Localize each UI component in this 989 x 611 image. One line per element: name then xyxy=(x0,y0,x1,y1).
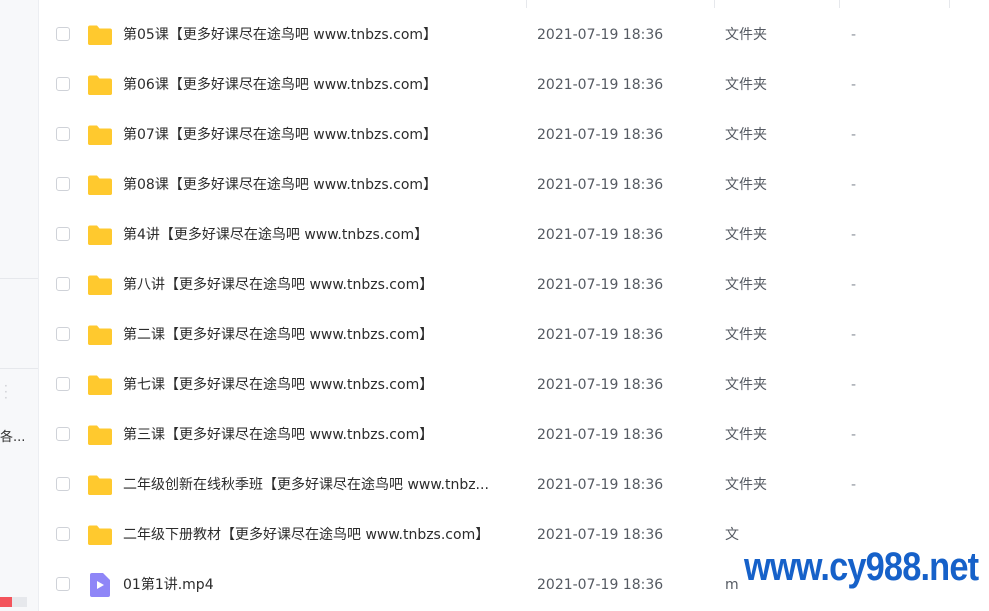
sidebar-item-label[interactable]: 各... xyxy=(0,426,25,445)
file-type: m xyxy=(725,577,739,593)
file-size: - xyxy=(851,227,857,243)
file-row[interactable]: 第08课【更多好课尽在途鸟吧 www.tnbzs.com】 2021-07-19 … xyxy=(39,160,989,210)
row-checkbox[interactable] xyxy=(56,327,70,341)
sidebar-divider xyxy=(0,278,38,279)
folder-icon xyxy=(87,374,113,400)
file-type: 文件夹 xyxy=(725,277,767,293)
modified-date: 2021-07-19 18:36 xyxy=(537,127,664,143)
folder-icon xyxy=(87,174,113,200)
folder-icon xyxy=(87,424,113,450)
file-size: - xyxy=(851,77,857,93)
modified-date: 2021-07-19 18:36 xyxy=(537,477,664,493)
folder-icon xyxy=(87,324,113,350)
modified-date: 2021-07-19 18:36 xyxy=(537,427,664,443)
column-divider[interactable] xyxy=(839,0,840,8)
file-type: 文件夹 xyxy=(725,227,767,243)
modified-date: 2021-07-19 18:36 xyxy=(537,27,664,43)
folder-icon xyxy=(87,524,113,550)
file-type: 文 xyxy=(725,527,739,543)
modified-date: 2021-07-19 18:36 xyxy=(537,227,664,243)
file-name-link[interactable]: 第七课【更多好课尽在途鸟吧 www.tnbzs.com】 xyxy=(123,360,433,410)
modified-date: 2021-07-19 18:36 xyxy=(537,527,664,543)
file-size: - xyxy=(851,127,857,143)
file-row[interactable]: 第八讲【更多好课尽在途鸟吧 www.tnbzs.com】 2021-07-19 1… xyxy=(39,260,989,310)
modified-date: 2021-07-19 18:36 xyxy=(537,327,664,343)
file-size: - xyxy=(851,327,857,343)
storage-quota-fill xyxy=(0,597,13,607)
file-list: 第05课【更多好课尽在途鸟吧 www.tnbzs.com】 2021-07-19 … xyxy=(39,10,989,610)
file-type: 文件夹 xyxy=(725,27,767,43)
file-name-link[interactable]: 第06课【更多好课尽在途鸟吧 www.tnbzs.com】 xyxy=(123,60,437,110)
file-row[interactable]: 二年级创新在线秋季班【更多好课尽在途鸟吧 www.tnbz... 2021-07-… xyxy=(39,460,989,510)
row-checkbox[interactable] xyxy=(56,377,70,391)
column-divider[interactable] xyxy=(714,0,715,8)
folder-icon xyxy=(87,24,113,50)
file-size: - xyxy=(851,427,857,443)
modified-date: 2021-07-19 18:36 xyxy=(537,177,664,193)
file-size: - xyxy=(851,27,857,43)
file-name-link[interactable]: 第05课【更多好课尽在途鸟吧 www.tnbzs.com】 xyxy=(123,10,437,60)
file-row[interactable]: 第05课【更多好课尽在途鸟吧 www.tnbzs.com】 2021-07-19 … xyxy=(39,10,989,60)
row-checkbox[interactable] xyxy=(56,227,70,241)
folder-icon xyxy=(87,224,113,250)
drag-handle-icon[interactable]: · · · xyxy=(4,380,8,404)
file-type: 文件夹 xyxy=(725,427,767,443)
list-header xyxy=(39,0,989,8)
modified-date: 2021-07-19 18:36 xyxy=(537,77,664,93)
file-type: 文件夹 xyxy=(725,477,767,493)
row-checkbox[interactable] xyxy=(56,577,70,591)
file-type: 文件夹 xyxy=(725,177,767,193)
file-name-link[interactable]: 01第1讲.mp4 xyxy=(123,560,214,610)
column-divider[interactable] xyxy=(526,0,527,8)
file-type: 文件夹 xyxy=(725,327,767,343)
watermark: www.cy988.net xyxy=(744,545,979,589)
file-row[interactable]: 第二课【更多好课尽在途鸟吧 www.tnbzs.com】 2021-07-19 1… xyxy=(39,310,989,360)
file-row[interactable]: 第06课【更多好课尽在途鸟吧 www.tnbzs.com】 2021-07-19 … xyxy=(39,60,989,110)
column-divider[interactable] xyxy=(949,0,950,8)
row-checkbox[interactable] xyxy=(56,277,70,291)
video-file-icon xyxy=(90,573,110,601)
file-name-link[interactable]: 第二课【更多好课尽在途鸟吧 www.tnbzs.com】 xyxy=(123,310,433,360)
file-size: - xyxy=(851,377,857,393)
file-row[interactable]: 第4讲【更多好课尽在途鸟吧 www.tnbzs.com】 2021-07-19 1… xyxy=(39,210,989,260)
file-row[interactable]: 第七课【更多好课尽在途鸟吧 www.tnbzs.com】 2021-07-19 1… xyxy=(39,360,989,410)
modified-date: 2021-07-19 18:36 xyxy=(537,277,664,293)
row-checkbox[interactable] xyxy=(56,127,70,141)
file-name-link[interactable]: 第08课【更多好课尽在途鸟吧 www.tnbzs.com】 xyxy=(123,160,437,210)
file-row[interactable]: 第三课【更多好课尽在途鸟吧 www.tnbzs.com】 2021-07-19 1… xyxy=(39,410,989,460)
modified-date: 2021-07-19 18:36 xyxy=(537,577,664,593)
sidebar-divider xyxy=(0,368,38,369)
file-size: - xyxy=(851,477,857,493)
modified-date: 2021-07-19 18:36 xyxy=(537,377,664,393)
file-row[interactable]: 第07课【更多好课尽在途鸟吧 www.tnbzs.com】 2021-07-19 … xyxy=(39,110,989,160)
row-checkbox[interactable] xyxy=(56,27,70,41)
row-checkbox[interactable] xyxy=(56,77,70,91)
file-type: 文件夹 xyxy=(725,77,767,93)
row-checkbox[interactable] xyxy=(56,177,70,191)
file-type: 文件夹 xyxy=(725,127,767,143)
file-name-link[interactable]: 第三课【更多好课尽在途鸟吧 www.tnbzs.com】 xyxy=(123,410,433,460)
file-size: - xyxy=(851,277,857,293)
file-type: 文件夹 xyxy=(725,377,767,393)
file-size: - xyxy=(851,177,857,193)
file-name-link[interactable]: 二年级创新在线秋季班【更多好课尽在途鸟吧 www.tnbz... xyxy=(123,460,489,510)
row-checkbox[interactable] xyxy=(56,477,70,491)
folder-icon xyxy=(87,274,113,300)
row-checkbox[interactable] xyxy=(56,427,70,441)
file-name-link[interactable]: 第4讲【更多好课尽在途鸟吧 www.tnbzs.com】 xyxy=(123,210,428,260)
file-browser: · · · 各... 第05课【更多好课尽在途鸟吧 www.tnbzs.com】 20… xyxy=(0,0,989,611)
file-name-link[interactable]: 第07课【更多好课尽在途鸟吧 www.tnbzs.com】 xyxy=(123,110,437,160)
folder-icon xyxy=(87,124,113,150)
file-name-link[interactable]: 二年级下册教材【更多好课尽在途鸟吧 www.tnbzs.com】 xyxy=(123,510,489,560)
storage-quota-bar xyxy=(0,597,27,607)
sidebar: · · · 各... xyxy=(0,0,39,611)
row-checkbox[interactable] xyxy=(56,527,70,541)
file-name-link[interactable]: 第八讲【更多好课尽在途鸟吧 www.tnbzs.com】 xyxy=(123,260,433,310)
folder-icon xyxy=(87,474,113,500)
folder-icon xyxy=(87,74,113,100)
